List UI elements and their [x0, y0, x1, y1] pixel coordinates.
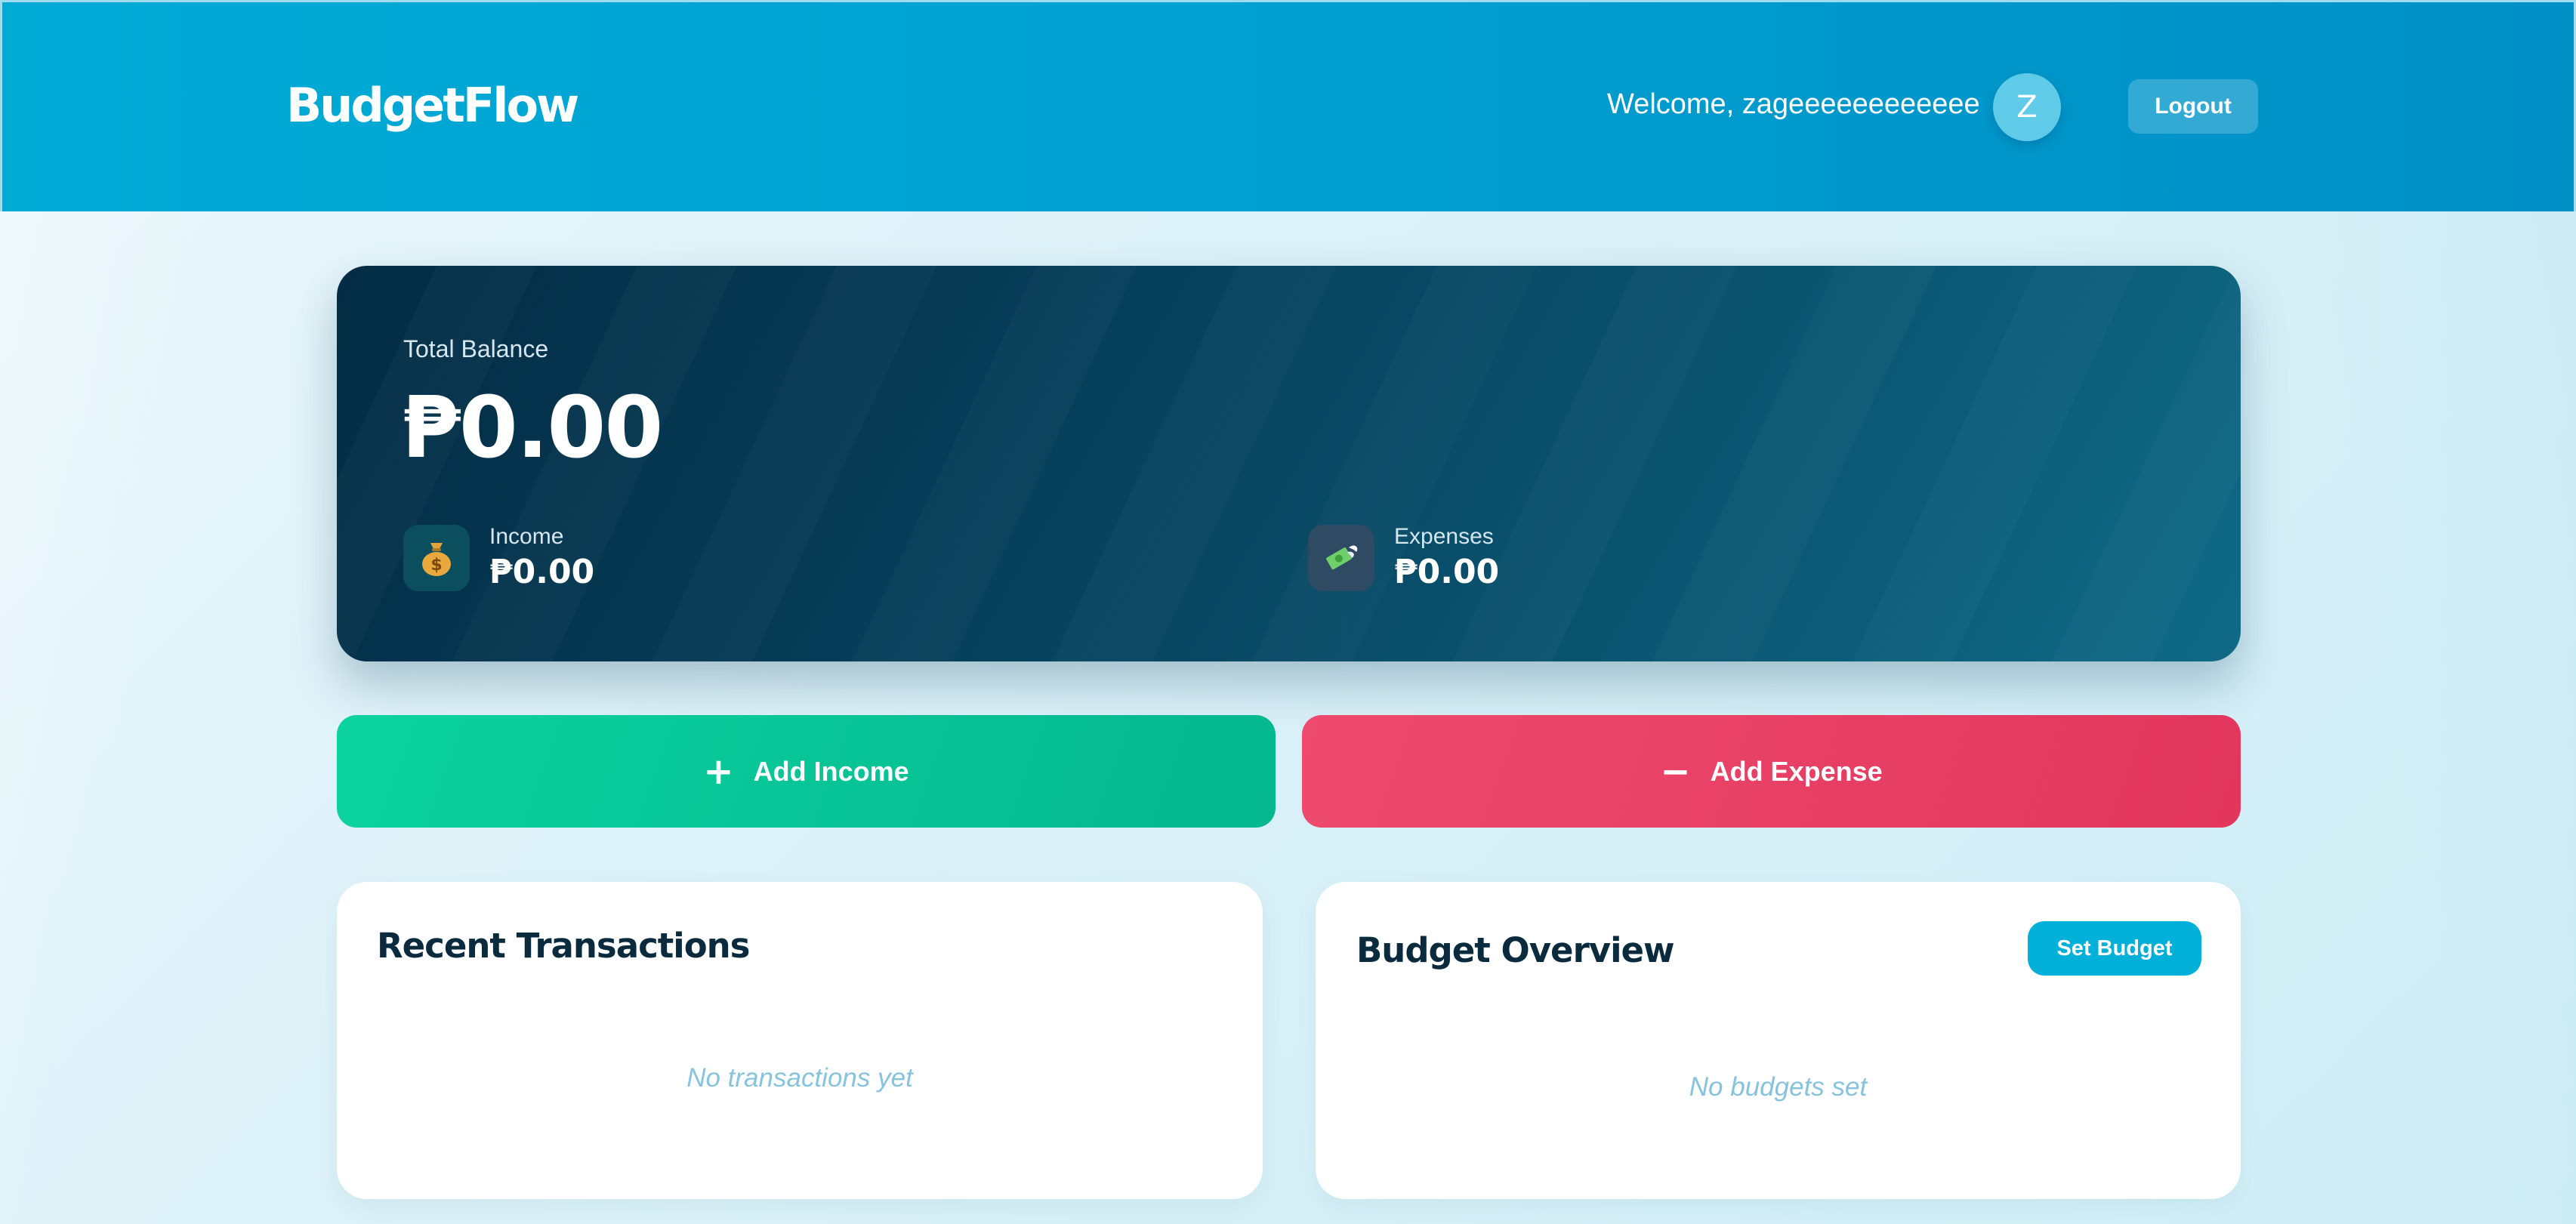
- expenses-stat: Expenses ₱0.00: [1308, 524, 1499, 591]
- add-income-button[interactable]: + Add Income: [337, 715, 1276, 828]
- no-transactions-text: No transactions yet: [686, 1063, 913, 1093]
- no-budgets-text: No budgets set: [1689, 1072, 1868, 1102]
- balance-card: Total Balance ₱0.00 $ Income ₱0.00 Expen…: [337, 266, 2241, 661]
- minus-icon: −: [1660, 750, 1691, 793]
- expenses-value: ₱0.00: [1394, 553, 1500, 591]
- flying-money-icon: [1308, 524, 1374, 591]
- money-bag-icon: $: [403, 524, 470, 591]
- expenses-label: Expenses: [1394, 524, 1494, 549]
- avatar[interactable]: Z: [1993, 73, 2061, 141]
- recent-transactions-title: Recent Transactions: [377, 926, 750, 966]
- budget-overview-title: Budget Overview: [1356, 930, 1675, 970]
- set-budget-button[interactable]: Set Budget: [2028, 921, 2201, 976]
- welcome-text: Welcome, zageeeeeeeeeeee: [1607, 88, 1980, 120]
- plus-icon: +: [703, 750, 734, 793]
- recent-transactions-panel: Recent Transactions No transactions yet: [337, 882, 1263, 1199]
- add-income-label: Add Income: [753, 755, 909, 787]
- budget-overview-panel: Budget Overview Set Budget No budgets se…: [1316, 882, 2241, 1199]
- add-expense-label: Add Expense: [1710, 755, 1883, 787]
- add-expense-button[interactable]: − Add Expense: [1302, 715, 2241, 828]
- income-value: ₱0.00: [489, 553, 595, 591]
- total-balance-amount: ₱0.00: [402, 379, 663, 477]
- income-stat: $ Income ₱0.00: [403, 524, 594, 591]
- svg-text:$: $: [430, 556, 442, 575]
- total-balance-label: Total Balance: [403, 335, 549, 362]
- brand-logo[interactable]: BudgetFlow: [286, 78, 579, 133]
- logout-button[interactable]: Logout: [2128, 79, 2258, 134]
- top-header: BudgetFlow Welcome, zageeeeeeeeeeee Z Lo…: [0, 0, 2576, 211]
- income-label: Income: [489, 524, 564, 549]
